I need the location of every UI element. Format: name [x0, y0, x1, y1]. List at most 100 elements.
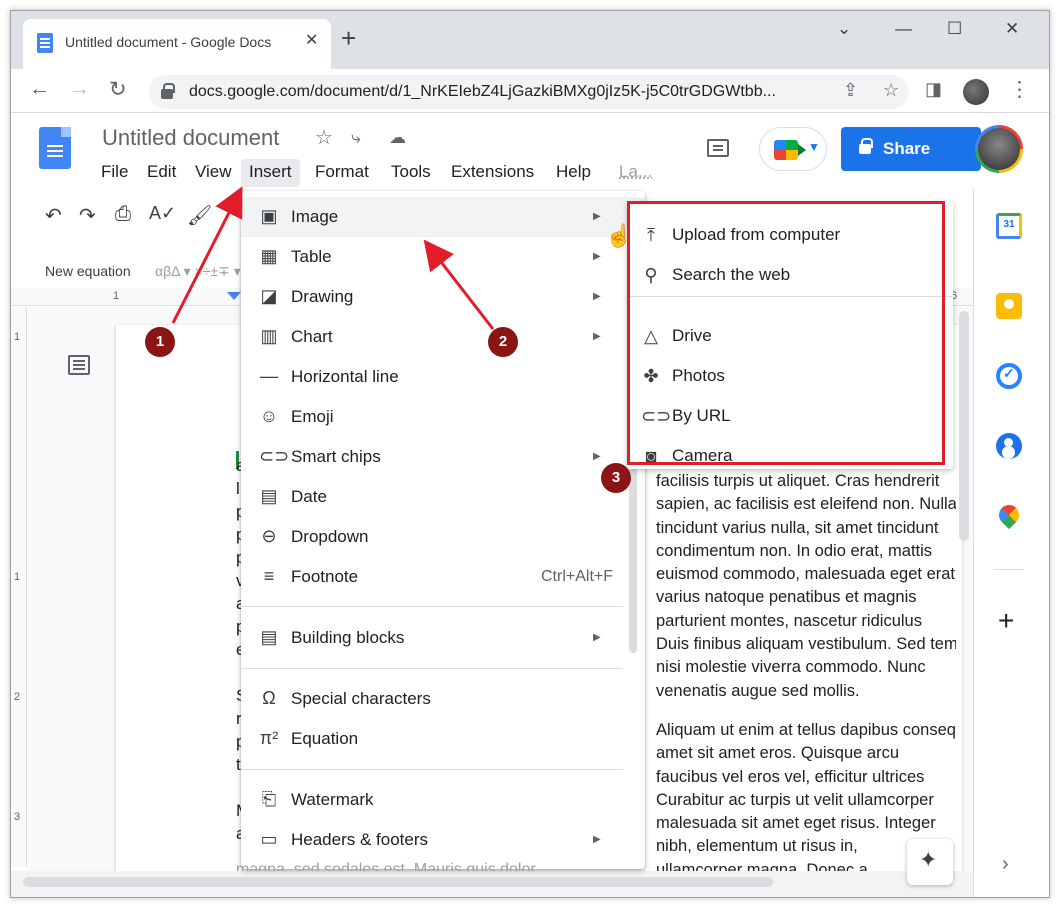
menu-item-watermark[interactable]: ⎗ Watermark [241, 780, 645, 820]
lock-icon[interactable] [161, 83, 175, 99]
url-text[interactable]: docs.google.com/document/d/1_NrKEIebZ4Lj… [189, 83, 829, 101]
tasks-icon[interactable] [996, 363, 1022, 389]
date-icon: ▤ [260, 486, 278, 506]
text-line: nisi molestie viverra commodo. Nunc [656, 658, 926, 677]
add-addon-icon[interactable]: + [998, 607, 1014, 635]
text-line: parturient montes, nascetur ridiculus [656, 611, 922, 630]
menu-format[interactable]: Format [307, 159, 377, 187]
menu-edit[interactable]: Edit [139, 159, 184, 187]
text-line: varius natoque penatibus et magnis [656, 588, 917, 607]
highlight-box [627, 201, 945, 465]
calendar-icon[interactable]: 31 [996, 213, 1022, 239]
print-icon[interactable]: ⎙ [115, 203, 131, 226]
menu-item-headers-footers[interactable]: ▭ Headers & footers ▶ [241, 820, 645, 860]
divider [994, 569, 1024, 570]
menu-tools[interactable]: Tools [383, 159, 439, 187]
hand-cursor-icon: ☝ [605, 223, 633, 248]
dropdown-icon: ⊖ [261, 526, 277, 546]
maps-icon[interactable] [994, 500, 1024, 530]
profile-avatar[interactable] [963, 79, 989, 105]
menu-extensions[interactable]: Extensions [443, 159, 542, 187]
chevron-right-icon[interactable]: › [1002, 853, 1009, 876]
submenu-arrow-icon: ▶ [593, 834, 601, 845]
reload-icon[interactable]: ↻ [109, 77, 127, 102]
menu-item-special-characters[interactable]: Ω Special characters [241, 679, 645, 719]
document-body-text[interactable]: facilisis turpis ut aliquet. Cras hendre… [656, 470, 956, 897]
forward-arrow-icon[interactable]: → [69, 77, 90, 101]
menu-view[interactable]: View [187, 159, 240, 187]
side-panel: 31 + › [973, 189, 1049, 897]
meet-button[interactable]: ▼ [759, 127, 827, 171]
tab-search-icon[interactable]: ⌄ [837, 19, 851, 39]
cloud-saved-icon[interactable]: ☁ [389, 128, 406, 148]
menu-help[interactable]: Help [548, 159, 599, 187]
docs-logo-icon[interactable] [39, 127, 71, 169]
menu-item-date[interactable]: ▤ Date [241, 477, 645, 517]
image-icon: ▣ [260, 206, 278, 226]
share-page-icon[interactable]: ⇪ [843, 80, 858, 101]
keep-icon[interactable] [996, 293, 1022, 319]
menu-item-smart-chips[interactable]: ⊂⊃ Smart chips ▶ [241, 437, 645, 477]
ruler-label: 1 [113, 290, 120, 302]
minimize-button[interactable]: — [895, 19, 912, 39]
menu-item-footnote[interactable]: ≡ Footnote Ctrl+Alt+F [241, 557, 645, 597]
document-outline-icon[interactable] [68, 355, 90, 375]
back-arrow-icon[interactable]: ← [29, 77, 50, 101]
navigation-bar: ← → ↻ docs.google.com/document/d/1_NrKEI… [11, 69, 1049, 113]
docs-favicon-icon [37, 33, 53, 53]
menu-item-chart[interactable]: ▥ Chart ▶ [241, 317, 645, 357]
move-folder-icon[interactable]: ⤷ [351, 128, 361, 148]
new-tab-button[interactable]: + [341, 25, 356, 51]
menu-item-emoji[interactable]: ☺ Emoji [241, 397, 645, 437]
menu-item-drawing[interactable]: ◪ Drawing ▶ [241, 277, 645, 317]
menu-separator [241, 668, 623, 669]
last-edit-link[interactable]: La... [611, 159, 660, 187]
paragraph-1: facilisis turpis ut aliquet. Cras hendre… [656, 470, 956, 703]
menu-insert[interactable]: Insert [241, 159, 300, 187]
bookmark-star-icon[interactable]: ☆ [883, 80, 899, 101]
pi-icon: π² [259, 728, 279, 748]
omega-icon: Ω [262, 688, 276, 708]
account-avatar[interactable] [975, 125, 1023, 173]
text-line: amet sit amet eros. Quisque arcu [656, 744, 900, 763]
more-options-icon[interactable]: ⋮ [1009, 77, 1030, 102]
tab-title: Untitled document - Google Docs [65, 34, 272, 50]
undo-icon[interactable]: ↶ [45, 203, 62, 228]
menu-item-dropdown[interactable]: ⊖ Dropdown [241, 517, 645, 557]
contacts-icon[interactable] [996, 433, 1022, 459]
menu-item-horizontal-line[interactable]: — Horizontal line [241, 357, 645, 397]
horizontal-line-icon: — [260, 366, 278, 386]
menu-file[interactable]: File [93, 159, 136, 187]
vruler-label: 2 [14, 691, 21, 703]
explore-button[interactable] [907, 839, 953, 885]
vertical-ruler[interactable]: 1 1 2 3 [11, 307, 27, 867]
new-equation-button[interactable]: New equation [45, 263, 131, 279]
star-icon[interactable]: ☆ [315, 125, 333, 150]
tab-close-icon[interactable]: ✕ [305, 30, 318, 50]
paint-format-icon[interactable]: 🖌 [187, 203, 212, 228]
text-line: tincidunt varius nulla, sit amet tincidu… [656, 518, 939, 537]
text-line: Aliquam ut enim at tellus dapibus conseq… [656, 720, 956, 739]
menu-item-equation[interactable]: π² Equation [241, 719, 645, 759]
document-title[interactable]: Untitled document [102, 125, 279, 151]
step-badge-3: 3 [601, 463, 631, 493]
side-panel-icon[interactable]: ◨ [925, 79, 942, 100]
text-line: faucibus vel eros vel, efficitur ultrice… [656, 767, 925, 786]
spellcheck-icon[interactable]: A✓ [149, 203, 176, 224]
indent-marker[interactable] [227, 292, 241, 300]
browser-tab[interactable]: Untitled document - Google Docs ✕ [23, 19, 331, 69]
share-button[interactable]: Share [841, 127, 981, 171]
menu-item-image[interactable]: ▣ Image ▶ [241, 197, 645, 237]
maximize-button[interactable]: ☐ [947, 19, 962, 39]
tab-strip: Untitled document - Google Docs ✕ + ⌄ — … [11, 11, 1049, 69]
comment-history-icon[interactable] [707, 139, 729, 157]
vertical-scrollbar[interactable] [959, 311, 969, 541]
table-icon: ▦ [260, 246, 278, 266]
address-bar[interactable]: docs.google.com/document/d/1_NrKEIebZ4Lj… [149, 75, 909, 109]
close-window-button[interactable]: ✕ [1005, 19, 1019, 39]
equation-symbols[interactable]: αβΔ ▾ ×÷±∓ ▾ [155, 263, 241, 280]
horizontal-scrollbar[interactable] [23, 877, 773, 887]
redo-icon[interactable]: ↷ [79, 203, 96, 228]
menu-item-building-blocks[interactable]: ▤ Building blocks ▶ [241, 618, 645, 658]
menu-item-table[interactable]: ▦ Table ▶ [241, 237, 645, 277]
